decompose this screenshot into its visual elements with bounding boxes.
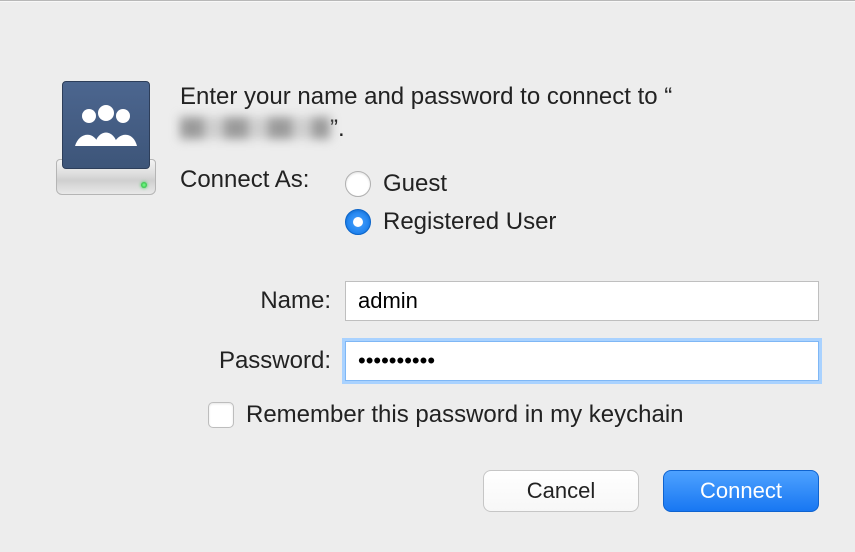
instruction-suffix: ”. bbox=[330, 115, 345, 142]
guest-radio[interactable] bbox=[345, 171, 371, 197]
network-drive-icon bbox=[56, 81, 156, 201]
connect-as-label: Connect As: bbox=[180, 166, 309, 193]
instruction-prefix: Enter your name and password to connect … bbox=[180, 83, 672, 110]
remember-password-label: Remember this password in my keychain bbox=[246, 401, 684, 429]
connect-as-radio-group: Guest Registered User bbox=[345, 165, 556, 241]
server-name bbox=[180, 117, 330, 139]
cancel-button[interactable]: Cancel bbox=[483, 470, 639, 512]
connect-button[interactable]: Connect bbox=[663, 470, 819, 512]
connect-button-label: Connect bbox=[700, 478, 782, 504]
registered-user-radio[interactable] bbox=[345, 209, 371, 235]
guest-radio-label: Guest bbox=[383, 170, 447, 198]
password-label: Password: bbox=[180, 347, 345, 375]
name-label: Name: bbox=[180, 287, 345, 315]
cancel-button-label: Cancel bbox=[527, 478, 595, 504]
registered-user-radio-label: Registered User bbox=[383, 208, 556, 236]
connect-to-server-dialog: Enter your name and password to connect … bbox=[0, 0, 855, 552]
password-input[interactable] bbox=[345, 341, 819, 381]
instruction-text: Enter your name and password to connect … bbox=[180, 81, 807, 146]
remember-password-checkbox[interactable] bbox=[208, 402, 234, 428]
name-input[interactable] bbox=[345, 281, 819, 321]
